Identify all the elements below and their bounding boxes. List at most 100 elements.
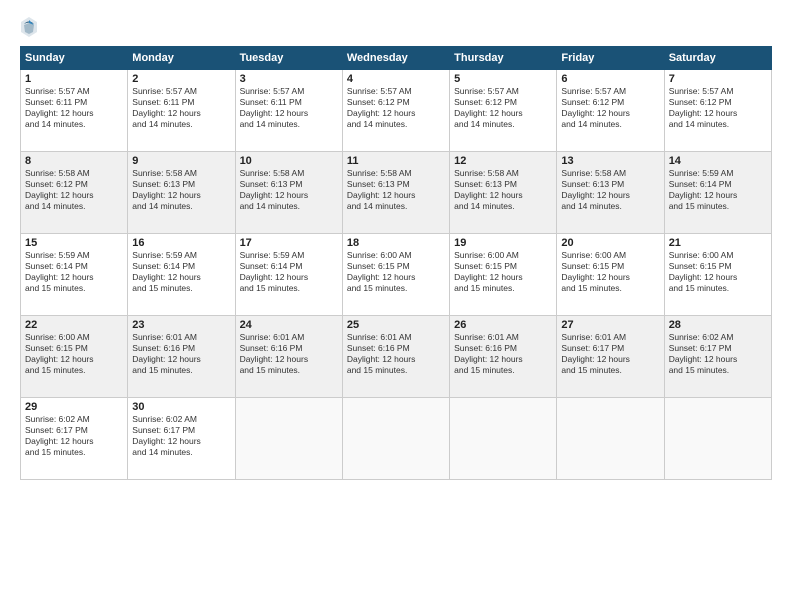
- day-number: 3: [240, 73, 338, 85]
- day-of-week-header: Monday: [128, 47, 235, 70]
- calendar-cell: 28Sunrise: 6:02 AMSunset: 6:17 PMDayligh…: [664, 316, 771, 398]
- day-number: 6: [561, 73, 659, 85]
- day-of-week-header: Sunday: [21, 47, 128, 70]
- day-number: 27: [561, 319, 659, 331]
- day-info: Sunrise: 5:57 AMSunset: 6:12 PMDaylight:…: [454, 86, 552, 130]
- day-info: Sunrise: 6:02 AMSunset: 6:17 PMDaylight:…: [132, 414, 230, 458]
- day-number: 19: [454, 237, 552, 249]
- calendar-cell: 16Sunrise: 5:59 AMSunset: 6:14 PMDayligh…: [128, 234, 235, 316]
- calendar-cell: 29Sunrise: 6:02 AMSunset: 6:17 PMDayligh…: [21, 398, 128, 480]
- day-number: 13: [561, 155, 659, 167]
- calendar-cell: [557, 398, 664, 480]
- calendar-cell: 5Sunrise: 5:57 AMSunset: 6:12 PMDaylight…: [450, 70, 557, 152]
- calendar-cell: 21Sunrise: 6:00 AMSunset: 6:15 PMDayligh…: [664, 234, 771, 316]
- calendar-cell: 12Sunrise: 5:58 AMSunset: 6:13 PMDayligh…: [450, 152, 557, 234]
- calendar-cell: 7Sunrise: 5:57 AMSunset: 6:12 PMDaylight…: [664, 70, 771, 152]
- page: SundayMondayTuesdayWednesdayThursdayFrid…: [0, 0, 792, 612]
- day-number: 28: [669, 319, 767, 331]
- day-number: 2: [132, 73, 230, 85]
- calendar-cell: 23Sunrise: 6:01 AMSunset: 6:16 PMDayligh…: [128, 316, 235, 398]
- calendar-cell: 4Sunrise: 5:57 AMSunset: 6:12 PMDaylight…: [342, 70, 449, 152]
- day-info: Sunrise: 6:01 AMSunset: 6:16 PMDaylight:…: [454, 332, 552, 376]
- day-info: Sunrise: 6:01 AMSunset: 6:16 PMDaylight:…: [132, 332, 230, 376]
- day-info: Sunrise: 5:59 AMSunset: 6:14 PMDaylight:…: [132, 250, 230, 294]
- calendar-cell: 2Sunrise: 5:57 AMSunset: 6:11 PMDaylight…: [128, 70, 235, 152]
- calendar-cell: [664, 398, 771, 480]
- day-info: Sunrise: 6:01 AMSunset: 6:16 PMDaylight:…: [347, 332, 445, 376]
- day-info: Sunrise: 5:58 AMSunset: 6:13 PMDaylight:…: [347, 168, 445, 212]
- day-info: Sunrise: 5:57 AMSunset: 6:12 PMDaylight:…: [669, 86, 767, 130]
- calendar-cell: 19Sunrise: 6:00 AMSunset: 6:15 PMDayligh…: [450, 234, 557, 316]
- calendar-cell: 25Sunrise: 6:01 AMSunset: 6:16 PMDayligh…: [342, 316, 449, 398]
- day-info: Sunrise: 5:59 AMSunset: 6:14 PMDaylight:…: [669, 168, 767, 212]
- calendar-cell: 26Sunrise: 6:01 AMSunset: 6:16 PMDayligh…: [450, 316, 557, 398]
- day-number: 29: [25, 401, 123, 413]
- day-number: 11: [347, 155, 445, 167]
- day-of-week-header: Thursday: [450, 47, 557, 70]
- day-info: Sunrise: 6:00 AMSunset: 6:15 PMDaylight:…: [347, 250, 445, 294]
- day-info: Sunrise: 6:00 AMSunset: 6:15 PMDaylight:…: [454, 250, 552, 294]
- calendar-cell: 15Sunrise: 5:59 AMSunset: 6:14 PMDayligh…: [21, 234, 128, 316]
- day-number: 30: [132, 401, 230, 413]
- calendar-cell: 1Sunrise: 5:57 AMSunset: 6:11 PMDaylight…: [21, 70, 128, 152]
- calendar-cell: 9Sunrise: 5:58 AMSunset: 6:13 PMDaylight…: [128, 152, 235, 234]
- day-info: Sunrise: 5:58 AMSunset: 6:13 PMDaylight:…: [240, 168, 338, 212]
- day-of-week-header: Friday: [557, 47, 664, 70]
- calendar-cell: 8Sunrise: 5:58 AMSunset: 6:12 PMDaylight…: [21, 152, 128, 234]
- day-number: 14: [669, 155, 767, 167]
- day-info: Sunrise: 5:58 AMSunset: 6:13 PMDaylight:…: [132, 168, 230, 212]
- logo: [20, 16, 42, 38]
- day-number: 15: [25, 237, 123, 249]
- day-number: 25: [347, 319, 445, 331]
- day-info: Sunrise: 5:57 AMSunset: 6:11 PMDaylight:…: [240, 86, 338, 130]
- day-number: 12: [454, 155, 552, 167]
- day-number: 16: [132, 237, 230, 249]
- day-number: 26: [454, 319, 552, 331]
- calendar-cell: 27Sunrise: 6:01 AMSunset: 6:17 PMDayligh…: [557, 316, 664, 398]
- day-number: 4: [347, 73, 445, 85]
- calendar-cell: 20Sunrise: 6:00 AMSunset: 6:15 PMDayligh…: [557, 234, 664, 316]
- day-number: 17: [240, 237, 338, 249]
- day-number: 9: [132, 155, 230, 167]
- day-of-week-header: Saturday: [664, 47, 771, 70]
- day-number: 24: [240, 319, 338, 331]
- day-number: 20: [561, 237, 659, 249]
- day-info: Sunrise: 6:02 AMSunset: 6:17 PMDaylight:…: [669, 332, 767, 376]
- day-info: Sunrise: 5:58 AMSunset: 6:13 PMDaylight:…: [561, 168, 659, 212]
- calendar-cell: 14Sunrise: 5:59 AMSunset: 6:14 PMDayligh…: [664, 152, 771, 234]
- day-info: Sunrise: 5:57 AMSunset: 6:12 PMDaylight:…: [347, 86, 445, 130]
- day-number: 5: [454, 73, 552, 85]
- day-number: 23: [132, 319, 230, 331]
- calendar-cell: 17Sunrise: 5:59 AMSunset: 6:14 PMDayligh…: [235, 234, 342, 316]
- day-info: Sunrise: 6:01 AMSunset: 6:17 PMDaylight:…: [561, 332, 659, 376]
- day-info: Sunrise: 5:58 AMSunset: 6:13 PMDaylight:…: [454, 168, 552, 212]
- calendar-cell: 10Sunrise: 5:58 AMSunset: 6:13 PMDayligh…: [235, 152, 342, 234]
- day-of-week-header: Tuesday: [235, 47, 342, 70]
- day-info: Sunrise: 5:57 AMSunset: 6:11 PMDaylight:…: [132, 86, 230, 130]
- day-info: Sunrise: 5:59 AMSunset: 6:14 PMDaylight:…: [25, 250, 123, 294]
- day-info: Sunrise: 6:00 AMSunset: 6:15 PMDaylight:…: [561, 250, 659, 294]
- calendar-cell: 22Sunrise: 6:00 AMSunset: 6:15 PMDayligh…: [21, 316, 128, 398]
- calendar-cell: [342, 398, 449, 480]
- day-number: 1: [25, 73, 123, 85]
- calendar-cell: 30Sunrise: 6:02 AMSunset: 6:17 PMDayligh…: [128, 398, 235, 480]
- calendar-cell: 6Sunrise: 5:57 AMSunset: 6:12 PMDaylight…: [557, 70, 664, 152]
- day-info: Sunrise: 6:00 AMSunset: 6:15 PMDaylight:…: [669, 250, 767, 294]
- header: [20, 16, 772, 38]
- day-info: Sunrise: 6:01 AMSunset: 6:16 PMDaylight:…: [240, 332, 338, 376]
- day-info: Sunrise: 6:02 AMSunset: 6:17 PMDaylight:…: [25, 414, 123, 458]
- day-number: 22: [25, 319, 123, 331]
- calendar-cell: [235, 398, 342, 480]
- calendar-cell: [450, 398, 557, 480]
- day-info: Sunrise: 5:59 AMSunset: 6:14 PMDaylight:…: [240, 250, 338, 294]
- logo-icon: [20, 16, 38, 38]
- day-number: 7: [669, 73, 767, 85]
- day-info: Sunrise: 5:57 AMSunset: 6:12 PMDaylight:…: [561, 86, 659, 130]
- calendar-cell: 3Sunrise: 5:57 AMSunset: 6:11 PMDaylight…: [235, 70, 342, 152]
- calendar-cell: 24Sunrise: 6:01 AMSunset: 6:16 PMDayligh…: [235, 316, 342, 398]
- day-info: Sunrise: 6:00 AMSunset: 6:15 PMDaylight:…: [25, 332, 123, 376]
- day-of-week-header: Wednesday: [342, 47, 449, 70]
- calendar-cell: 11Sunrise: 5:58 AMSunset: 6:13 PMDayligh…: [342, 152, 449, 234]
- day-info: Sunrise: 5:57 AMSunset: 6:11 PMDaylight:…: [25, 86, 123, 130]
- day-number: 18: [347, 237, 445, 249]
